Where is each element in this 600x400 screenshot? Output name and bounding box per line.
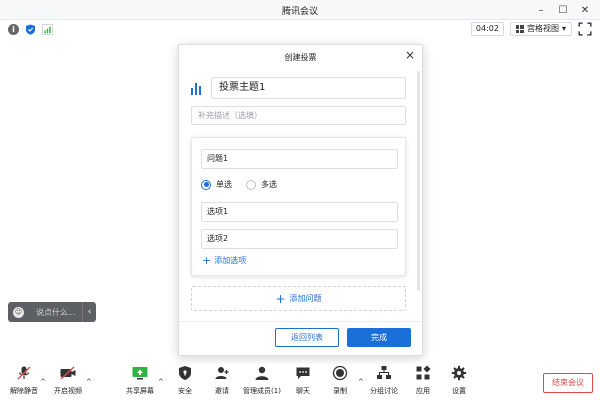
status-row: i 04:02 宫格视图 ▾	[0, 20, 600, 40]
option-input-1[interactable]: 选项1	[201, 202, 398, 222]
multiple-choice-label: 多选	[261, 180, 277, 189]
members-icon	[255, 366, 269, 380]
fullscreen-icon[interactable]	[578, 22, 592, 36]
minimize-icon[interactable]: –	[530, 2, 552, 18]
end-meeting-button[interactable]: 结束会议	[543, 373, 593, 393]
settings-button[interactable]: 设置	[438, 364, 480, 396]
title-bar: 腾讯会议 – ☐ ✕	[0, 0, 600, 20]
share-screen-button[interactable]: 共享屏幕	[119, 364, 161, 396]
add-option-link[interactable]: + 添加选项	[202, 255, 246, 266]
option-input-2[interactable]: 选项2	[201, 229, 398, 249]
share-options-chevron-icon[interactable]: ^	[158, 378, 164, 386]
single-choice-radio[interactable]: 单选	[201, 179, 232, 190]
window-title: 腾讯会议	[281, 7, 318, 17]
gear-icon	[451, 365, 467, 381]
unmute-button[interactable]: 解除静音	[3, 364, 45, 396]
collapse-chevron-icon[interactable]: ‹	[82, 302, 96, 322]
dialog-scrollbar[interactable]	[417, 71, 420, 291]
dialog-title: 创建投票	[284, 53, 317, 62]
add-question-button[interactable]: + 添加问题	[191, 286, 406, 311]
plus-icon: +	[202, 253, 212, 267]
window-controls: – ☐ ✕	[530, 2, 596, 18]
add-question-label: 添加问题	[289, 294, 322, 303]
create-poll-dialog: 创建投票 × 投票主题1 补充描述（选填） 问题1 单选 多选 选项1 选项2 …	[178, 44, 423, 356]
info-icon[interactable]: i	[8, 24, 19, 35]
breakout-label: 分组讨论	[370, 387, 398, 395]
radio-unselected-icon	[246, 179, 256, 190]
question-title-input[interactable]: 问题1	[201, 149, 398, 169]
apps-icon	[416, 365, 431, 380]
unmute-label: 解除静音	[10, 387, 38, 395]
record-label: 录制	[333, 387, 347, 395]
question-card: 问题1 单选 多选 选项1 选项2 + 添加选项	[191, 137, 406, 276]
chat-icon	[296, 367, 310, 379]
close-window-icon[interactable]: ✕	[574, 2, 596, 18]
audio-options-chevron-icon[interactable]: ^	[40, 378, 46, 386]
video-options-chevron-icon[interactable]: ^	[86, 378, 92, 386]
camera-off-icon	[60, 366, 76, 380]
security-shield-icon[interactable]	[25, 24, 36, 35]
manage-members-button[interactable]: 管理成员(1)	[241, 364, 283, 396]
done-button[interactable]: 完成	[347, 328, 411, 347]
multiple-choice-radio[interactable]: 多选	[246, 179, 277, 190]
emoji-icon[interactable]: ☺	[13, 306, 24, 318]
network-signal-icon[interactable]	[42, 24, 53, 35]
footer-divider	[179, 321, 422, 322]
close-icon[interactable]: ×	[405, 49, 415, 61]
poll-topic-row: 投票主题1	[191, 77, 406, 99]
share-screen-label: 共享屏幕	[126, 387, 154, 395]
record-icon	[332, 365, 348, 381]
invite-icon	[215, 367, 229, 379]
record-button[interactable]: 录制	[319, 364, 361, 396]
single-choice-label: 单选	[216, 180, 232, 189]
poll-bars-icon	[191, 81, 205, 95]
security-button[interactable]: 安全	[164, 364, 206, 396]
settings-label: 设置	[452, 387, 466, 395]
invite-label: 邀请	[215, 387, 229, 395]
plus-icon: +	[275, 291, 286, 306]
poll-description-input[interactable]: 补充描述（选填）	[191, 106, 406, 125]
mic-muted-icon	[17, 366, 31, 380]
start-video-button[interactable]: 开启视频	[47, 364, 89, 396]
security-label: 安全	[178, 387, 192, 395]
add-option-label: 添加选项	[214, 256, 247, 265]
question-type-group: 单选 多选	[201, 179, 277, 190]
meeting-toolbar: 解除静音 ^ 开启视频 ^ 共享屏幕 ^ 安全 邀请 管理成员(1) 聊天 录制…	[0, 364, 600, 400]
invite-button[interactable]: 邀请	[201, 364, 243, 396]
radio-selected-icon	[201, 179, 211, 190]
quick-chat-box[interactable]: ☺ 说点什么... ‹	[8, 302, 96, 322]
view-mode-label: 宫格视图	[526, 24, 559, 33]
manage-members-label: 管理成员(1)	[243, 387, 281, 395]
breakout-button[interactable]: 分组讨论	[363, 364, 405, 396]
share-screen-icon	[132, 367, 148, 380]
chat-input-placeholder[interactable]: 说点什么...	[36, 307, 76, 318]
breakout-icon	[377, 366, 391, 379]
chat-button[interactable]: 聊天	[282, 364, 324, 396]
start-video-label: 开启视频	[54, 387, 82, 395]
maximize-icon[interactable]: ☐	[552, 2, 574, 18]
poll-topic-input[interactable]: 投票主题1	[211, 77, 406, 99]
chevron-down-icon: ▾	[561, 24, 566, 33]
meeting-timer: 04:02	[470, 22, 504, 36]
back-to-list-button[interactable]: 返回列表	[275, 328, 339, 347]
chat-label: 聊天	[296, 387, 310, 395]
view-mode-button[interactable]: 宫格视图 ▾	[509, 22, 572, 36]
grid-view-icon	[515, 25, 524, 33]
shield-icon	[179, 366, 191, 380]
